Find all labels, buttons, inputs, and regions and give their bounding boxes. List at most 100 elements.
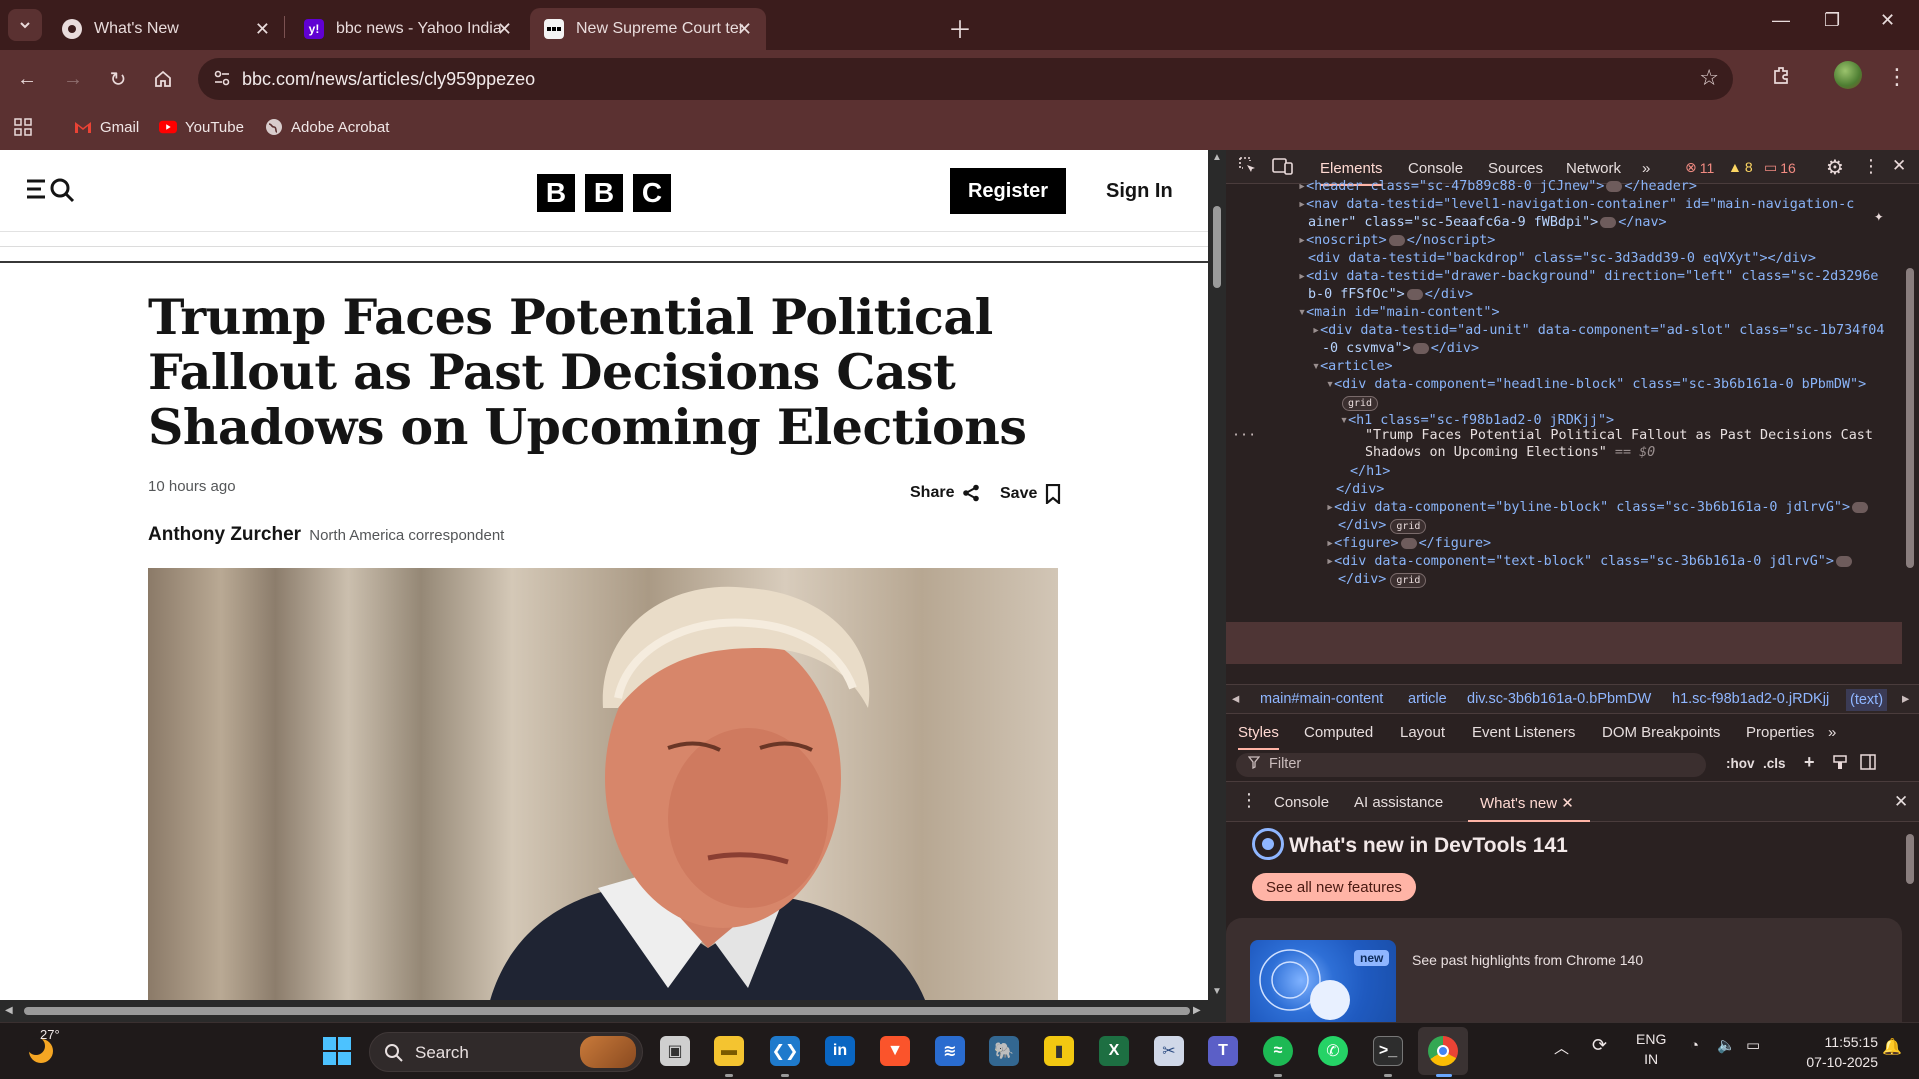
author-name[interactable]: Anthony Zurcher: [148, 524, 301, 545]
toggle-sidebar-icon[interactable]: [1860, 754, 1876, 773]
dom-node[interactable]: <div data-testid="backdrop" class="sc-3d…: [1308, 250, 1816, 268]
sign-in-link[interactable]: Sign In: [1106, 180, 1173, 203]
task-view-icon[interactable]: ▣: [660, 1036, 690, 1066]
settings-gear-icon[interactable]: ⚙: [1826, 155, 1844, 180]
grid-badge[interactable]: grid: [1338, 394, 1379, 412]
whatsapp-icon[interactable]: ✆: [1318, 1036, 1348, 1066]
new-style-rule-icon[interactable]: +: [1804, 752, 1815, 773]
file-explorer-icon[interactable]: ▬: [714, 1036, 744, 1066]
dom-node[interactable]: ▾<div data-component="headline-block" cl…: [1326, 376, 1866, 394]
page-vertical-scrollbar[interactable]: ▲ ▼: [1208, 150, 1226, 1000]
dom-node[interactable]: ▸<div data-testid="drawer-background" di…: [1298, 268, 1878, 286]
tab-search-button[interactable]: [8, 9, 42, 41]
restore-button[interactable]: ❐: [1824, 10, 1840, 31]
reload-button[interactable]: ↻: [103, 64, 133, 94]
tab-dom-breakpoints[interactable]: DOM Breakpoints: [1602, 724, 1720, 741]
close-drawer-icon[interactable]: ✕: [1894, 792, 1908, 812]
crumb-text[interactable]: (text): [1846, 689, 1888, 711]
register-button[interactable]: Register: [950, 168, 1066, 214]
forward-button[interactable]: →: [58, 64, 88, 94]
close-window-button[interactable]: ✕: [1880, 10, 1895, 31]
crumb-left-arrow-icon[interactable]: ◂: [1232, 691, 1239, 707]
dom-node[interactable]: ▸<figure> </figure>: [1326, 535, 1491, 553]
bbc-logo[interactable]: B B C: [537, 174, 671, 212]
tab-yahoo-search[interactable]: y! bbc news - Yahoo India Search Results…: [290, 8, 526, 50]
system-clock[interactable]: 11:55:15 07-10-2025: [1806, 1032, 1878, 1072]
drawer-tab-whats-new[interactable]: What's new ✕: [1468, 794, 1590, 822]
tab-sources[interactable]: Sources: [1488, 160, 1543, 177]
tab-console[interactable]: Console: [1408, 160, 1463, 177]
close-tab-icon[interactable]: ✕: [737, 19, 752, 40]
drawer-tab-console[interactable]: Console: [1274, 794, 1329, 811]
bookmark-adobe-acrobat[interactable]: Adobe Acrobat: [265, 118, 389, 136]
accessibility-icon[interactable]: ✦: [1874, 206, 1884, 225]
more-tabs-icon[interactable]: »: [1642, 160, 1650, 177]
home-button[interactable]: [148, 64, 178, 94]
warning-count-badge[interactable]: ▲ 8: [1728, 159, 1753, 175]
page-horizontal-scrollbar[interactable]: ◀ ▶: [0, 1000, 1226, 1022]
dom-node[interactable]: ▾<main id="main-content">: [1298, 304, 1500, 322]
class-toggle[interactable]: .cls: [1763, 756, 1786, 771]
close-devtools-icon[interactable]: ✕: [1892, 156, 1906, 176]
tab-elements[interactable]: Elements: [1320, 160, 1383, 186]
dom-scrollbar[interactable]: [1902, 184, 1919, 684]
tab-computed[interactable]: Computed: [1304, 724, 1373, 741]
dom-node[interactable]: ▸<div data-component="byline-block" clas…: [1326, 499, 1870, 517]
vscode-icon[interactable]: ❮❯: [770, 1036, 800, 1066]
close-drawer-tab-icon[interactable]: ✕: [1561, 795, 1574, 812]
extensions-icon[interactable]: [1771, 64, 1793, 92]
device-toolbar-icon[interactable]: [1272, 156, 1294, 179]
taskbar-search-input[interactable]: Search: [369, 1032, 643, 1072]
issues-count-badge[interactable]: ▭ 16: [1764, 159, 1796, 176]
crumb-div[interactable]: div.sc-3b6b161a-0.bPbmDW: [1467, 691, 1651, 707]
inspect-element-icon[interactable]: [1238, 156, 1258, 179]
new-tab-button[interactable]: ＋: [948, 10, 972, 45]
render-styles-icon[interactable]: [1832, 754, 1848, 773]
tab-event-listeners[interactable]: Event Listeners: [1472, 724, 1575, 741]
crumb-right-arrow-icon[interactable]: ▸: [1902, 691, 1909, 707]
scrollbar-thumb[interactable]: [1906, 834, 1914, 884]
more-style-tabs-icon[interactable]: »: [1828, 724, 1836, 741]
save-button[interactable]: Save: [1000, 484, 1061, 504]
excel-icon[interactable]: X: [1099, 1036, 1129, 1066]
dom-node[interactable]: ▸<nav data-testid="level1-navigation-con…: [1298, 196, 1854, 214]
scrollbar-thumb[interactable]: [1213, 206, 1221, 288]
crumb-main[interactable]: main#main-content: [1260, 691, 1383, 707]
highlights-card[interactable]: new See past highlights from Chrome 140: [1226, 918, 1902, 1022]
tab-whats-new[interactable]: What's New ✕: [48, 8, 284, 50]
tab-network[interactable]: Network: [1566, 160, 1621, 177]
volume-icon[interactable]: 🔈: [1717, 1036, 1736, 1054]
drawer-scrollbar[interactable]: [1902, 822, 1919, 1022]
sync-icon[interactable]: ⟳: [1592, 1035, 1607, 1056]
profile-avatar[interactable]: [1834, 61, 1862, 89]
error-count-badge[interactable]: ⊗ 11: [1685, 159, 1714, 176]
terminal-icon[interactable]: >_: [1373, 1036, 1403, 1066]
dom-node[interactable]: ▸<div data-testid="ad-unit" data-compone…: [1312, 322, 1884, 340]
bookmark-youtube[interactable]: YouTube: [159, 118, 244, 136]
node-ellipsis-icon[interactable]: ···: [1232, 427, 1256, 445]
more-menu-icon[interactable]: ⋮: [1886, 64, 1908, 90]
chrome-icon[interactable]: [1428, 1036, 1458, 1066]
dom-node[interactable]: ▸<header class="sc-47b89c88-0 jCJnew"> </…: [1298, 178, 1697, 196]
dom-node[interactable]: ▸<noscript> </noscript>: [1298, 232, 1495, 250]
windows-start-icon[interactable]: [322, 1036, 352, 1066]
styles-filter-input[interactable]: Filter: [1236, 753, 1706, 777]
app-icon[interactable]: ≋: [935, 1036, 965, 1066]
scroll-right-arrow-icon[interactable]: ▶: [1193, 1005, 1201, 1016]
close-tab-icon[interactable]: ✕: [497, 19, 512, 40]
scrollbar-thumb[interactable]: [24, 1007, 1190, 1015]
scroll-up-arrow-icon[interactable]: ▲: [1212, 152, 1222, 163]
dom-node[interactable]: ▸<div data-component="text-block" class=…: [1326, 553, 1854, 571]
spotify-icon[interactable]: ≈: [1263, 1036, 1293, 1066]
bookmark-gmail[interactable]: Gmail: [74, 118, 139, 136]
scroll-left-arrow-icon[interactable]: ◀: [5, 1005, 13, 1016]
share-button[interactable]: Share: [910, 484, 980, 502]
language-indicator[interactable]: ENG IN: [1636, 1029, 1666, 1069]
scroll-down-arrow-icon[interactable]: ▼: [1212, 986, 1222, 997]
battery-icon[interactable]: ▭: [1746, 1036, 1760, 1054]
bookmark-star-icon[interactable]: ☆: [1699, 65, 1719, 91]
hover-state-toggle[interactable]: :hov: [1726, 756, 1755, 771]
devtools-more-icon[interactable]: ⋮: [1862, 156, 1880, 177]
snipping-tool-icon[interactable]: ✂: [1154, 1036, 1184, 1066]
back-button[interactable]: ←: [12, 64, 42, 94]
